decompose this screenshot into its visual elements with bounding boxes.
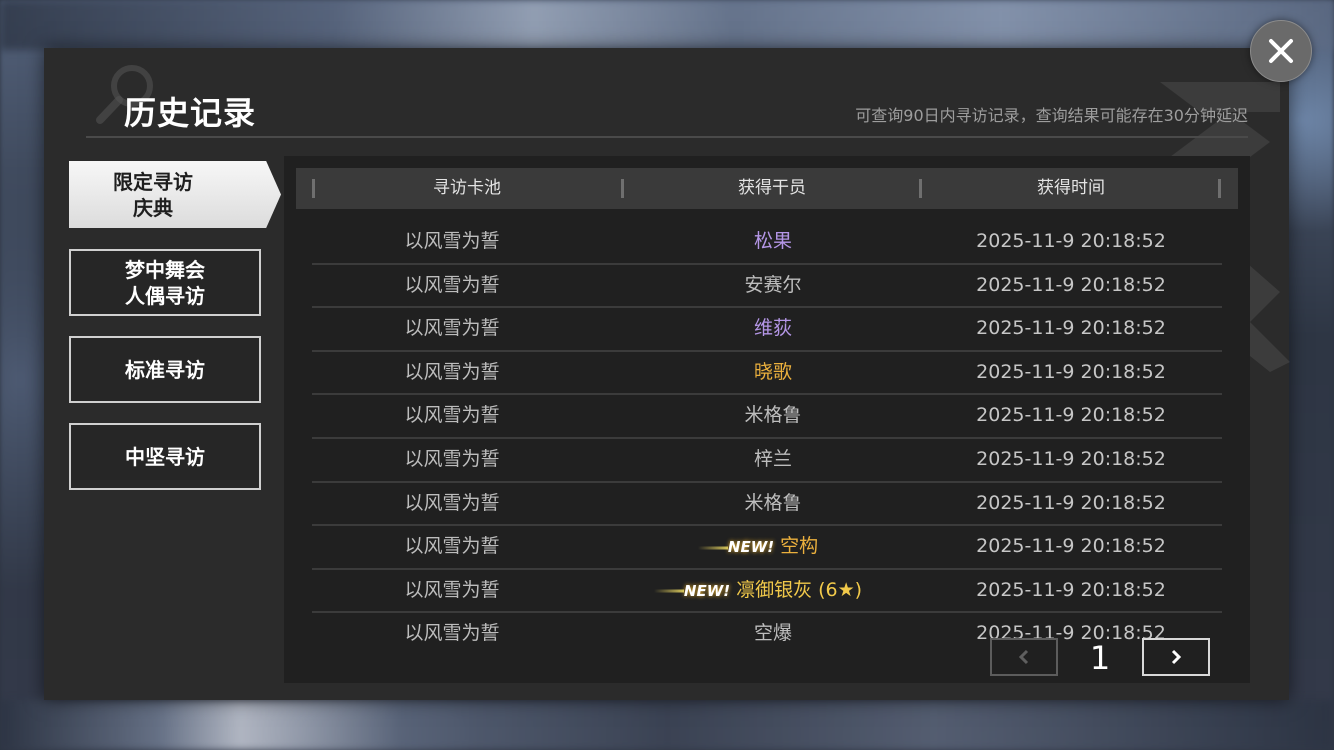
pool-cell: 以风雪为誓 — [404, 578, 500, 601]
time-cell: 2025-11-9 20:18:52 — [976, 404, 1166, 427]
table-row: 以风雪为誓 晓歌 2025-11-9 20:18:52 — [312, 352, 1222, 396]
tab-label-line2: 人偶寻访 — [125, 283, 205, 308]
operator-cell: 空爆 — [753, 622, 792, 645]
new-badge: NEW! — [684, 571, 730, 612]
next-page-button[interactable] — [1142, 638, 1210, 676]
time-cell: 2025-11-9 20:18:52 — [976, 230, 1166, 252]
table-row: 以风雪为誓 米格鲁 2025-11-9 20:18:52 — [312, 395, 1222, 439]
time-cell: 2025-11-9 20:18:52 — [976, 317, 1166, 340]
pool-cell: 以风雪为誓 — [404, 317, 500, 340]
table-body: 以风雪为誓 松果 2025-11-9 20:18:52 以风雪为誓 安赛尔 20… — [312, 221, 1222, 655]
time-cell: 2025-11-9 20:18:52 — [976, 447, 1166, 470]
tab-limited-celebration[interactable]: 限定寻访 庆典 — [69, 161, 281, 228]
column-header-time: 获得时间 — [1037, 178, 1105, 198]
operator-cell: 梓兰 — [753, 447, 792, 470]
operator-name: 空构 — [780, 535, 819, 558]
operator-cell: 松果 — [753, 230, 792, 252]
tab-label: 梦中舞会 人偶寻访 — [125, 257, 205, 309]
operator-cell: 安赛尔 — [744, 273, 802, 296]
new-badge: NEW! — [728, 527, 774, 568]
pool-cell: 以风雪为誓 — [404, 404, 500, 427]
pool-cell: 以风雪为誓 — [404, 491, 500, 514]
tab-label-line1: 梦中舞会 — [125, 257, 205, 282]
operator-cell: NEW! 空构 — [634, 526, 912, 567]
tab-label-line1: 限定寻访 — [113, 169, 193, 194]
tab-label: 中坚寻访 — [125, 444, 205, 469]
table-row: 以风雪为誓 安赛尔 2025-11-9 20:18:52 — [312, 265, 1222, 309]
time-cell: 2025-11-9 20:18:52 — [976, 578, 1166, 601]
background-top-strip — [0, 0, 1334, 50]
operator-cell: 晓歌 — [753, 360, 792, 383]
page-title: 历史记录 — [124, 94, 257, 132]
chevron-left-icon — [1018, 649, 1029, 665]
time-cell: 2025-11-9 20:18:52 — [976, 491, 1166, 514]
table-row: 以风雪为誓 NEW! 空构 2025-11-9 20:18:52 — [312, 526, 1222, 570]
tab-core[interactable]: 中坚寻访 — [69, 423, 261, 490]
column-header-operator: 获得干员 — [738, 178, 806, 198]
column-separator — [1218, 179, 1221, 198]
time-cell: 2025-11-9 20:18:52 — [976, 273, 1166, 296]
operator-cell: 米格鲁 — [744, 404, 802, 427]
chevron-right-icon — [1171, 649, 1182, 665]
time-cell: 2025-11-9 20:18:52 — [976, 535, 1166, 558]
table-row: 以风雪为誓 NEW! 凛御银灰 (6★) 2025-11-9 20:18:52 — [312, 570, 1222, 614]
operator-cell: 米格鲁 — [744, 491, 802, 514]
table-row: 以风雪为誓 维荻 2025-11-9 20:18:52 — [312, 308, 1222, 352]
table-row: 以风雪为誓 米格鲁 2025-11-9 20:18:52 — [312, 483, 1222, 527]
pool-cell: 以风雪为誓 — [404, 230, 500, 252]
operator-cell: NEW! 凛御银灰 (6★) — [634, 570, 912, 611]
time-cell: 2025-11-9 20:18:52 — [976, 360, 1166, 383]
pool-cell: 以风雪为誓 — [404, 360, 500, 383]
table-row: 以风雪为誓 梓兰 2025-11-9 20:18:52 — [312, 439, 1222, 483]
pool-cell: 以风雪为誓 — [404, 535, 500, 558]
tab-standard[interactable]: 标准寻访 — [69, 336, 261, 403]
table-header: 寻访卡池 获得干员 获得时间 — [296, 168, 1238, 209]
tab-dream-ball-doll[interactable]: 梦中舞会 人偶寻访 — [69, 249, 261, 316]
background-bottom-strip — [0, 700, 1334, 750]
pool-cell: 以风雪为誓 — [404, 273, 500, 296]
page-number: 1 — [1089, 639, 1111, 677]
tab-label: 限定寻访 庆典 — [113, 169, 237, 221]
prev-page-button[interactable] — [990, 638, 1058, 676]
operator-cell: 维荻 — [753, 317, 792, 340]
title-divider — [86, 136, 1248, 138]
tab-label: 标准寻访 — [125, 357, 205, 382]
table-row: 以风雪为誓 松果 2025-11-9 20:18:52 — [312, 221, 1222, 265]
close-button[interactable] — [1250, 20, 1312, 82]
pool-cell: 以风雪为誓 — [404, 447, 500, 470]
pool-cell: 以风雪为誓 — [404, 622, 500, 645]
column-header-pool: 寻访卡池 — [433, 178, 501, 198]
query-notice: 可查询90日内寻访记录，查询结果可能存在30分钟延迟 — [855, 106, 1248, 125]
close-icon — [1269, 39, 1293, 63]
tab-label-line2: 庆典 — [133, 195, 173, 220]
operator-name: 凛御银灰 (6★) — [736, 578, 863, 601]
